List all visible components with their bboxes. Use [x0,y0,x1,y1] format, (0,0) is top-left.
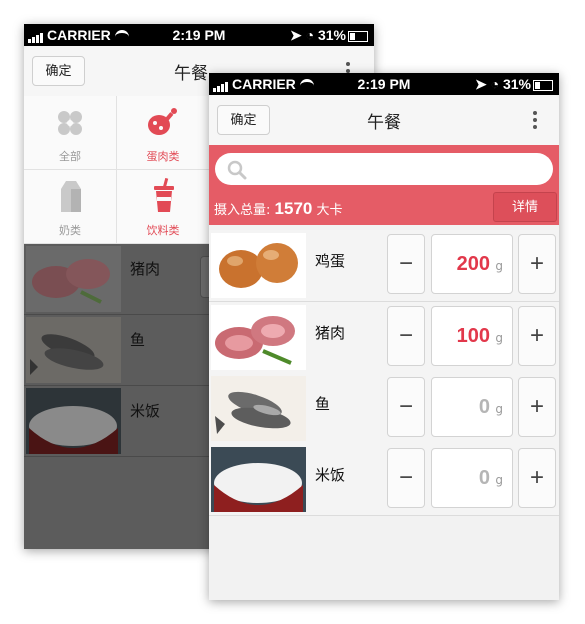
search-input[interactable] [215,153,553,185]
intake-label: 摄入总量: [214,203,271,218]
plus-button[interactable]: + [518,377,556,437]
quantity-value: 200 [456,253,490,275]
battery-percent: 31% [502,76,531,92]
front-phone-screen: CARRIER 2:19 PM ➤ ◔ 31% 确定 午餐 摄入总量: 1570… [209,73,559,600]
rice-image [26,388,121,454]
drink-cup-icon [154,178,174,212]
status-bar: CARRIER 2:19 PM ➤ ◔ 31% [24,24,374,46]
food-row-rice: 米饭 − 0 g + [209,444,559,516]
category-label: 奶类 [59,224,81,237]
intake-value: 1570 [274,199,313,218]
plus-button[interactable]: + [518,306,556,366]
alarm-icon: ◔ [305,27,315,43]
quantity-field[interactable]: 0 g [431,377,513,437]
fish-image [26,317,121,383]
quantity-unit: g [495,402,503,416]
category-all[interactable]: 全部 [24,96,117,170]
quantity-field[interactable]: 200 g [431,234,513,294]
quantity-unit: g [495,331,503,345]
pork-image [26,246,121,312]
minus-button[interactable]: − [387,234,425,294]
list-item[interactable]: 鱼 [24,315,210,386]
category-meat[interactable]: 蛋肉类 [117,96,210,170]
back-food-list: 猪肉 鱼 米饭 [24,244,214,549]
quantity-field[interactable]: 100 g [431,306,513,366]
quantity-unit: g [495,473,503,487]
more-icon[interactable] [533,111,537,132]
battery-icon [348,30,368,42]
food-row-fish: 鱼 − 0 g + [209,373,559,445]
category-label: 蛋肉类 [146,150,180,163]
confirm-button[interactable]: 确定 [32,56,85,86]
food-row-egg: 鸡蛋 − 200 g + [209,230,559,302]
intake-summary: 摄入总量: 1570 大卡 [214,199,343,219]
location-icon: ➤ [474,76,487,92]
clover-icon [58,111,82,135]
food-name: 鱼 [130,331,146,349]
rice-image [211,447,306,512]
location-icon: ➤ [289,27,302,43]
category-dairy[interactable]: 奶类 [24,170,117,244]
minus-button[interactable]: − [387,377,425,437]
fish-image [211,376,306,441]
quantity-value: 0 [478,467,490,489]
category-grid: 全部 蛋肉类 奶类 饮料类 [24,96,210,244]
plus-button[interactable]: + [518,234,556,294]
page-title: 午餐 [367,113,401,133]
meat-icon [148,108,177,135]
quantity-unit: g [495,259,503,273]
quantity-field[interactable]: 0 g [431,448,513,508]
quantity-value: 100 [456,325,490,347]
search-panel: 摄入总量: 1570 大卡 详情 [209,145,559,225]
food-name: 米饭 [315,466,346,484]
category-label: 饮料类 [146,224,180,237]
list-item[interactable]: 猪肉 [24,244,214,315]
battery-icon [533,79,553,91]
eggs-image [211,233,306,298]
milk-carton-icon [61,181,81,212]
battery-percent: 31% [317,27,346,43]
list-item[interactable]: 米饭 [24,386,210,457]
plus-button[interactable]: + [518,448,556,508]
intake-unit: 大卡 [316,203,343,218]
food-name: 米饭 [130,402,161,420]
minus-button[interactable]: − [387,448,425,508]
status-bar: CARRIER 2:19 PM ➤ ◔ 31% [209,73,559,95]
quantity-value: 0 [478,396,490,418]
search-icon [227,160,247,180]
pork-image [211,305,306,370]
detail-button[interactable]: 详情 [493,192,557,222]
category-label: 全部 [59,150,81,163]
food-name: 猪肉 [130,260,161,278]
alarm-icon: ◔ [490,76,500,92]
food-name: 鸡蛋 [315,252,346,270]
food-row-pork: 猪肉 − 100 g + [209,302,559,374]
minus-button[interactable]: − [387,306,425,366]
front-navbar: 确定 午餐 [209,95,559,146]
category-drinks[interactable]: 饮料类 [117,170,210,244]
food-name: 鱼 [315,395,331,413]
food-name: 猪肉 [315,324,346,342]
